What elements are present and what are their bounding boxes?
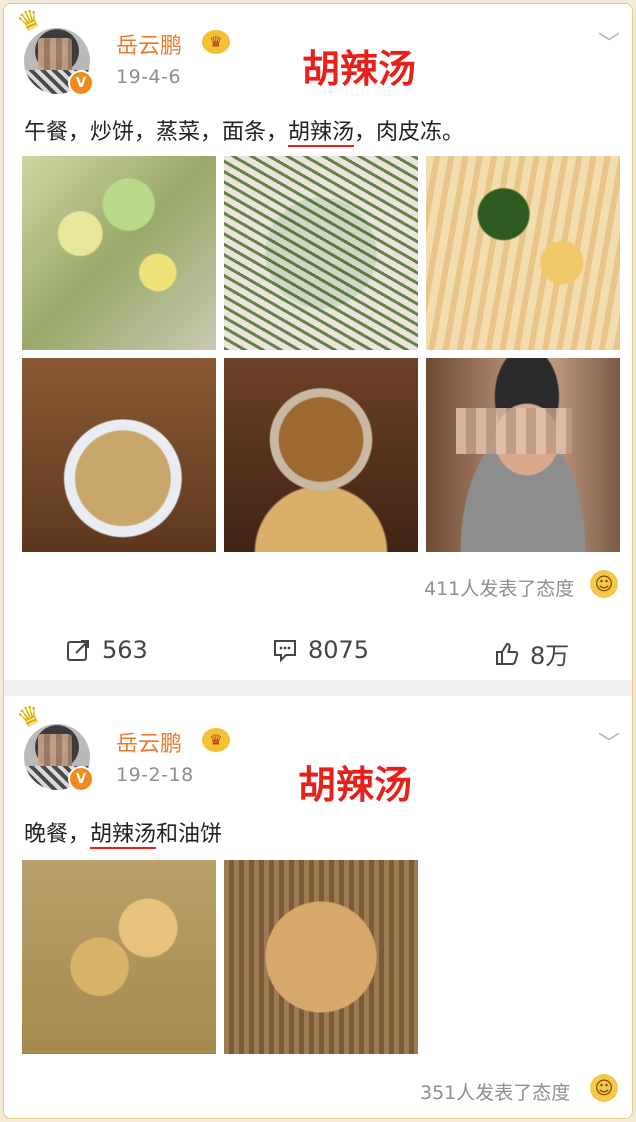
username[interactable]: 岳云鹏 [116,28,182,60]
pixelated-face [456,408,572,454]
vip-crown-icon: ♛ [202,728,230,752]
username[interactable]: 岳云鹏 [116,726,182,758]
chevron-down-icon[interactable]: ﹀ [598,726,620,758]
photo-salad[interactable] [22,156,216,350]
photo-selfie[interactable] [426,358,620,552]
laugh-emoji-icon[interactable]: ☺ [590,1074,618,1102]
like-count: 8万 [530,642,570,670]
photo-soup[interactable] [22,358,216,552]
post-text-before: 晚餐， [24,822,91,847]
repost-count: 563 [102,636,148,664]
post-text: 午餐，炒饼，蒸菜，面条，胡辣汤，肉皮冻。 [24,114,465,147]
hashtag-link[interactable]: 胡辣汤 [90,822,157,849]
comment-button[interactable]: 8075 [272,636,369,664]
post-text: 晚餐，胡辣汤和油饼 [24,816,223,849]
repost-icon [67,640,89,661]
comment-icon [274,640,296,663]
post-date: 19-4-6 [116,66,182,88]
laugh-emoji-icon[interactable]: ☺ [590,570,618,598]
post-text-after: ，肉皮冻。 [354,120,465,145]
photo-rice-greens[interactable] [224,156,418,350]
weibo-post: ♛ V 岳云鹏 ♛ 19-4-6 胡辣汤 ﹀ 午餐，炒饼，蒸菜，面条，胡辣汤，肉… [4,4,632,680]
hashtag-link[interactable]: 胡辣汤 [288,120,355,147]
chevron-down-icon[interactable]: ﹀ [598,26,620,58]
photo-noodles[interactable] [426,156,620,350]
verified-badge-icon: V [68,70,94,96]
comment-count: 8075 [308,636,370,664]
overlay-title: 胡辣汤 [298,763,413,807]
post-text-after: 和油饼 [156,822,223,847]
photo-vegetables[interactable] [224,358,418,552]
repost-button[interactable]: 563 [66,636,148,664]
verified-badge-icon: V [68,766,94,792]
photo-soup[interactable] [22,860,216,1054]
like-button[interactable]: 8万 [494,636,569,671]
weibo-feed: ♛ V 岳云鹏 ♛ 19-4-6 胡辣汤 ﹀ 午餐，炒饼，蒸菜，面条，胡辣汤，肉… [3,3,633,1119]
vip-crown-icon: ♛ [202,30,230,54]
post-text-before: 午餐，炒饼，蒸菜，面条， [24,120,289,145]
photo-fried-pancake[interactable] [224,860,418,1054]
overlay-title: 胡辣汤 [302,47,417,91]
weibo-post: ♛ V 岳云鹏 ♛ 19-2-18 胡辣汤 ﹀ 晚餐，胡辣汤和油饼 351人发表… [4,696,632,1118]
thumbs-up-icon [496,642,519,665]
post-date: 19-2-18 [116,764,194,786]
post-divider [4,680,632,696]
reaction-count[interactable]: 411人发表了态度 [424,574,574,601]
reaction-count[interactable]: 351人发表了态度 [420,1078,570,1105]
